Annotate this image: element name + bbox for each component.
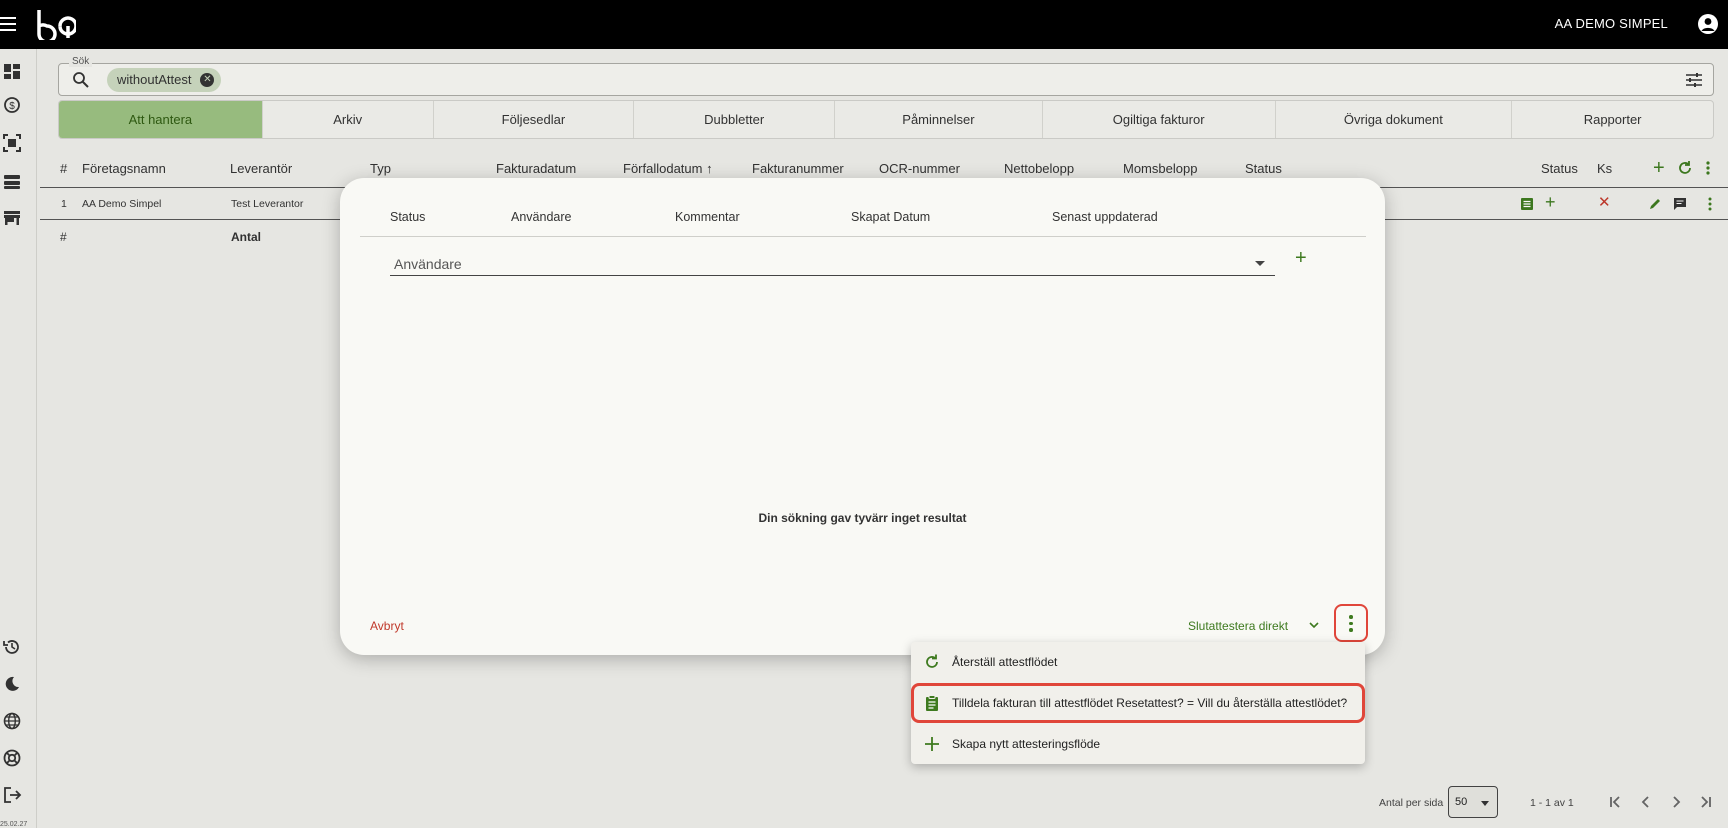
- attest-flow-dialog: Status Användare Kommentar Skapat Datum …: [340, 178, 1385, 655]
- user-select[interactable]: Användare: [390, 246, 1275, 276]
- menu-item-label: Skapa nytt attesteringsflöde: [952, 737, 1101, 751]
- kebab-dot: [1349, 621, 1353, 625]
- no-result-message: Din sökning gav tyvärr inget resultat: [758, 511, 967, 525]
- menu-item-reset-flow[interactable]: Återställ attestflödet: [911, 642, 1365, 682]
- more-options-button[interactable]: [1334, 604, 1368, 642]
- hamburger-menu-icon[interactable]: [0, 14, 18, 34]
- dialog-col-comment: Kommentar: [675, 210, 740, 224]
- user-select-caret-icon: [1255, 261, 1265, 266]
- finalize-direct-button[interactable]: Slutattestera direkt: [1188, 619, 1288, 633]
- reset-icon: [926, 654, 938, 668]
- kebab-dot: [1349, 628, 1353, 632]
- dialog-divider: [360, 236, 1366, 237]
- top-bar: AA DEMO SIMPEL: [0, 0, 1728, 49]
- clipboard-icon: [926, 695, 938, 711]
- logo[interactable]: [36, 8, 76, 40]
- menu-item-create-flow[interactable]: Skapa nytt attesteringsflöde: [911, 724, 1365, 764]
- user-select-placeholder: Användare: [394, 256, 462, 272]
- dialog-col-status: Status: [390, 210, 426, 224]
- plus-icon: [925, 737, 939, 751]
- menu-item-label: Återställ attestflödet: [952, 655, 1058, 669]
- options-menu: Återställ attestflödet Tilldela fakturan…: [911, 642, 1365, 764]
- chevron-down-icon[interactable]: [1308, 619, 1320, 631]
- menu-item-assign-flow[interactable]: Tilldela fakturan till attestflödet Rese…: [911, 683, 1365, 723]
- cancel-button[interactable]: Avbryt: [370, 619, 404, 633]
- add-user-button[interactable]: +: [1295, 248, 1307, 268]
- account-icon[interactable]: [1698, 14, 1718, 34]
- menu-item-label: Tilldela fakturan till attestflödet Rese…: [952, 696, 1348, 710]
- dialog-col-user: Användare: [511, 210, 572, 224]
- dialog-col-created: Skapat Datum: [851, 210, 931, 224]
- kebab-dot: [1349, 615, 1353, 619]
- company-name[interactable]: AA DEMO SIMPEL: [1555, 16, 1668, 31]
- dialog-col-updated: Senast uppdaterad: [1052, 210, 1158, 224]
